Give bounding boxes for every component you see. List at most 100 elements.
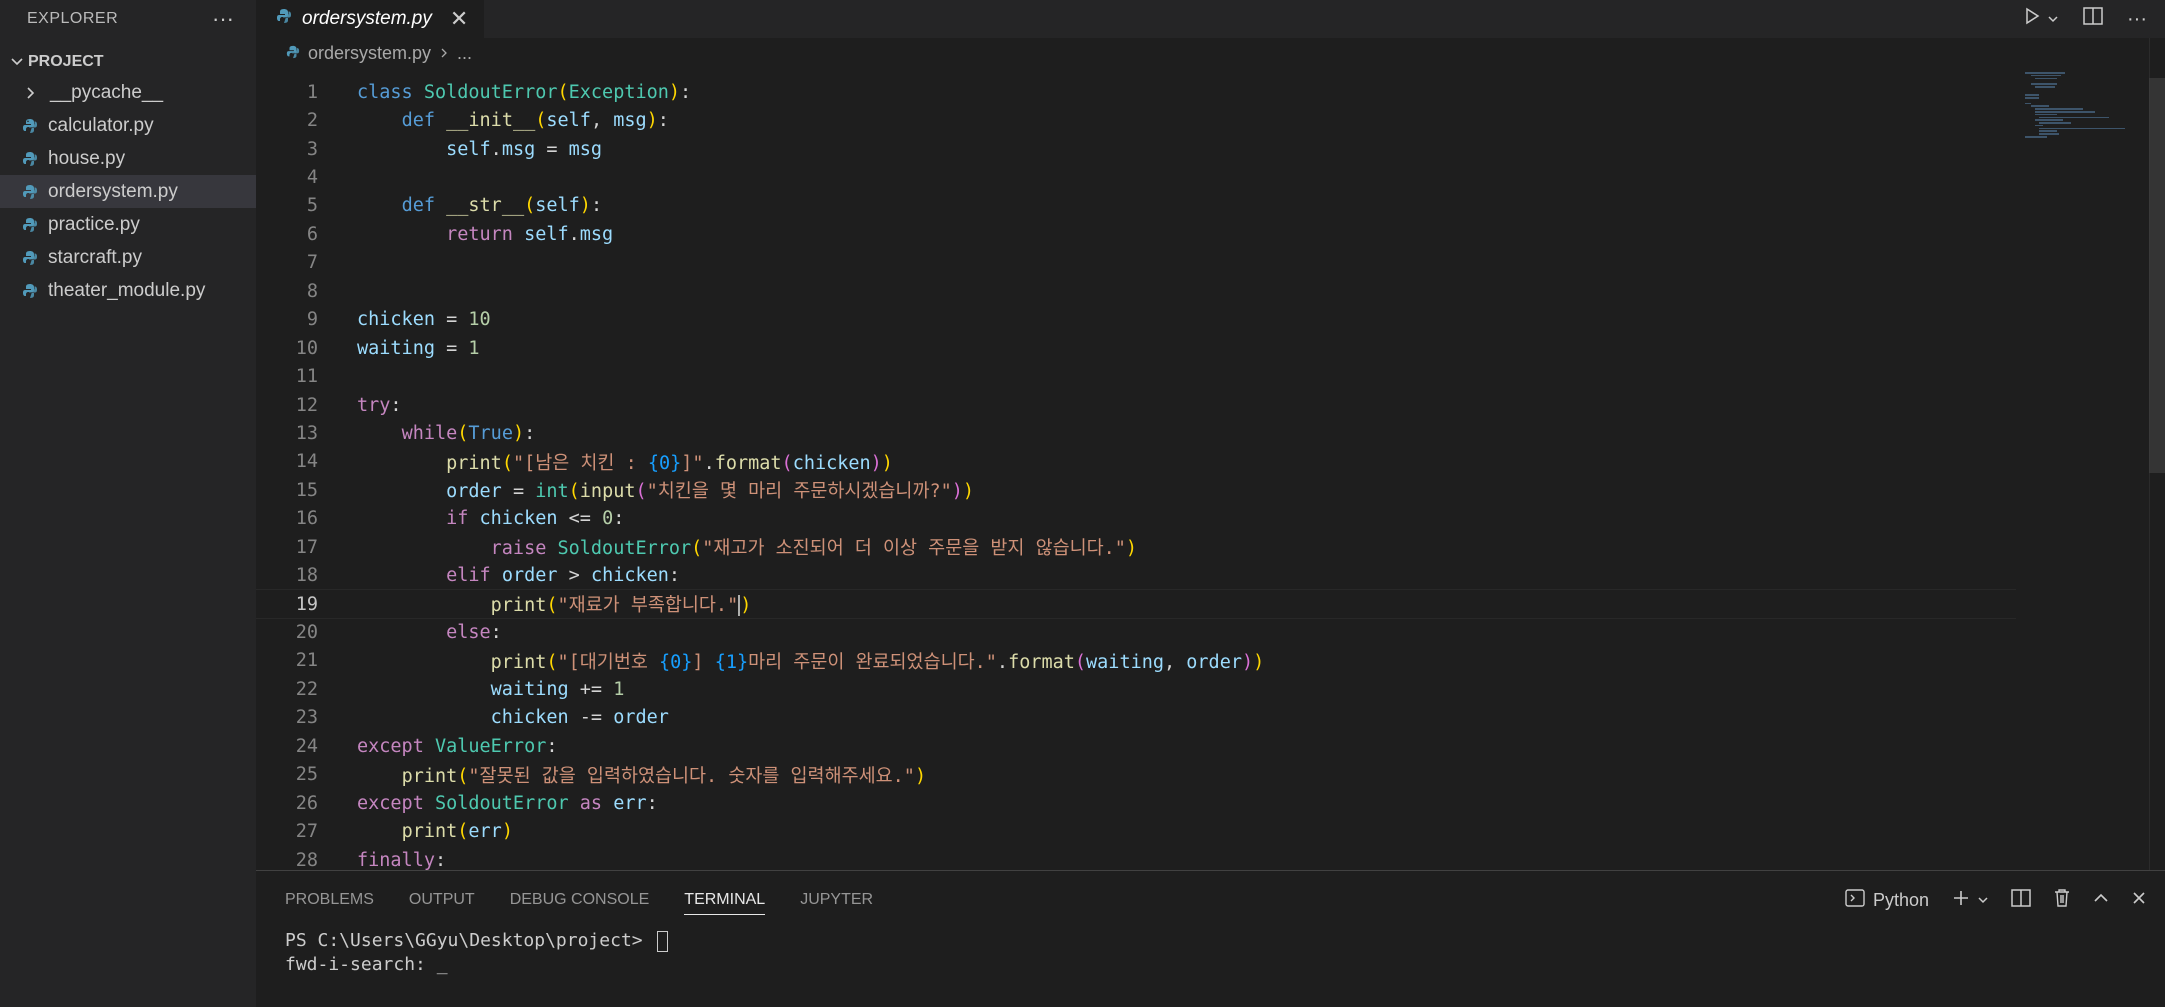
code-line: 8 <box>256 277 2016 305</box>
code-line: 11 <box>256 362 2016 390</box>
panel-tabs: PROBLEMS OUTPUT DEBUG CONSOLE TERMINAL J… <box>256 871 2165 929</box>
chevron-right-icon <box>24 86 50 100</box>
python-file-icon <box>22 283 48 299</box>
python-file-icon <box>276 8 292 30</box>
more-actions-icon[interactable]: ··· <box>2127 8 2147 31</box>
breadcrumb-symbols[interactable]: ... <box>457 43 472 64</box>
tab-jupyter[interactable]: JUPYTER <box>800 871 873 929</box>
tree-item-label: house.py <box>48 147 126 169</box>
line-number: 2 <box>306 110 318 132</box>
explorer-title: EXPLORER <box>27 10 119 27</box>
project-folder-header[interactable]: PROJECT <box>0 48 256 76</box>
code-line: 2 def __init__(self, msg): <box>256 106 2016 134</box>
tree-item-label: starcraft.py <box>48 246 142 268</box>
minimap[interactable] <box>2025 72 2125 142</box>
line-number: 8 <box>306 280 318 302</box>
line-number: 9 <box>306 309 318 331</box>
chevron-down-icon <box>8 55 26 69</box>
more-actions-icon[interactable]: ··· <box>212 8 234 30</box>
line-number: 13 <box>295 422 318 444</box>
scrollbar-thumb[interactable] <box>2149 78 2165 473</box>
line-number: 7 <box>306 252 318 274</box>
chevron-right-icon <box>439 43 449 64</box>
terminal-profile[interactable]: Python <box>1845 888 1929 913</box>
breadcrumb: ordersystem.py ... <box>256 38 2165 68</box>
trash-icon[interactable] <box>2053 888 2071 913</box>
tab-ordersystem[interactable]: ordersystem.py ✕ <box>256 0 485 38</box>
tab-label: ordersystem.py <box>302 8 432 29</box>
panel-actions: Python <box>1845 871 2147 929</box>
split-editor-icon[interactable] <box>2083 7 2103 31</box>
code-line: 3 self.msg = msg <box>256 135 2016 163</box>
code-line: 4 <box>256 163 2016 191</box>
line-number: 27 <box>295 821 318 843</box>
terminal-output[interactable]: PS C:\Users\GGyu\Desktop\project> fwd-i-… <box>256 929 2165 977</box>
explorer-sidebar: EXPLORER ··· PROJECT __pycache__ calcula… <box>0 0 256 1007</box>
line-number: 15 <box>295 479 318 501</box>
project-label: PROJECT <box>28 53 104 70</box>
line-number: 4 <box>306 167 318 189</box>
code-line: 25 print("잘못된 값을 입력하였습니다. 숫자를 입력해주세요.") <box>256 761 2016 789</box>
tree-item-label: __pycache__ <box>50 81 164 103</box>
code-line: 23 chicken -= order <box>256 704 2016 732</box>
code-line: 14 print("[남은 치킨 : {0}]".format(chicken)… <box>256 448 2016 476</box>
code-line: 16 if chicken <= 0: <box>256 505 2016 533</box>
breadcrumb-file[interactable]: ordersystem.py <box>308 43 431 64</box>
code-editor[interactable]: 1 class SoldoutError(Exception): 2 def __… <box>256 78 2016 870</box>
python-file-icon <box>22 151 48 167</box>
line-number: 25 <box>295 764 318 786</box>
line-number: 28 <box>295 849 318 870</box>
terminal-line: PS C:\Users\GGyu\Desktop\project> <box>285 929 2165 953</box>
terminal-prompt: PS C:\Users\GGyu\Desktop\project> <box>285 930 654 951</box>
tab-debug-console[interactable]: DEBUG CONSOLE <box>510 871 650 929</box>
tree-item-practice[interactable]: practice.py <box>0 208 256 241</box>
code-line: 24 except ValueError: <box>256 732 2016 760</box>
code-line: 27 print(err) <box>256 817 2016 845</box>
add-terminal-icon[interactable] <box>1951 888 1971 913</box>
terminal-profile-label: Python <box>1872 889 1929 910</box>
code-line: 6 return self.msg <box>256 220 2016 248</box>
close-tab-icon[interactable]: ✕ <box>450 6 468 32</box>
tree-item-pycache[interactable]: __pycache__ <box>0 76 256 109</box>
editor-area: ordersystem.py ✕ ··· ordersystem.py ... … <box>256 0 2165 870</box>
run-icon[interactable] <box>2023 7 2041 31</box>
python-file-icon <box>22 217 48 233</box>
code-line: 21 print("[대기번호 {0}] {1}마리 주문이 완료되었습니다."… <box>256 647 2016 675</box>
maximize-panel-icon[interactable] <box>2093 890 2109 911</box>
python-file-icon <box>286 43 300 64</box>
code-line: 1 class SoldoutError(Exception): <box>256 78 2016 106</box>
terminal-icon <box>1845 888 1865 913</box>
tree-item-starcraft[interactable]: starcraft.py <box>0 241 256 274</box>
code-line: 22 waiting += 1 <box>256 675 2016 703</box>
code-line: 5 def __str__(self): <box>256 192 2016 220</box>
code-line: 7 <box>256 249 2016 277</box>
tree-item-label: practice.py <box>48 213 140 235</box>
tree-item-house[interactable]: house.py <box>0 142 256 175</box>
line-number: 11 <box>295 366 318 388</box>
line-number: 16 <box>295 508 318 530</box>
code-line: 18 elif order > chicken: <box>256 561 2016 589</box>
line-number: 24 <box>295 735 318 757</box>
code-line: 12 try: <box>256 391 2016 419</box>
tree-item-label: theater_module.py <box>48 279 206 301</box>
tab-problems[interactable]: PROBLEMS <box>285 871 374 929</box>
code-line: 15 order = int(input("치킨을 몇 마리 주문하시겠습니까?… <box>256 476 2016 504</box>
tree-item-ordersystem[interactable]: ordersystem.py <box>0 175 256 208</box>
tree-item-theater-module[interactable]: theater_module.py <box>0 274 256 307</box>
tab-bar: ordersystem.py ✕ ··· <box>256 0 2165 38</box>
code-line: 13 while(True): <box>256 419 2016 447</box>
tree-item-calculator[interactable]: calculator.py <box>0 109 256 142</box>
chevron-down-icon[interactable] <box>1977 890 1989 911</box>
line-number: 18 <box>295 565 318 587</box>
close-panel-icon[interactable] <box>2131 890 2147 911</box>
chevron-down-icon[interactable] <box>2047 8 2059 31</box>
line-number: 3 <box>306 138 318 160</box>
line-number: 26 <box>295 792 318 814</box>
explorer-header: EXPLORER ··· <box>0 0 256 38</box>
line-number: 5 <box>306 195 318 217</box>
line-number: 22 <box>295 678 318 700</box>
code-line: 26 except SoldoutError as err: <box>256 789 2016 817</box>
split-terminal-icon[interactable] <box>2011 888 2031 912</box>
tab-output[interactable]: OUTPUT <box>409 871 475 929</box>
tab-terminal[interactable]: TERMINAL <box>684 871 765 929</box>
